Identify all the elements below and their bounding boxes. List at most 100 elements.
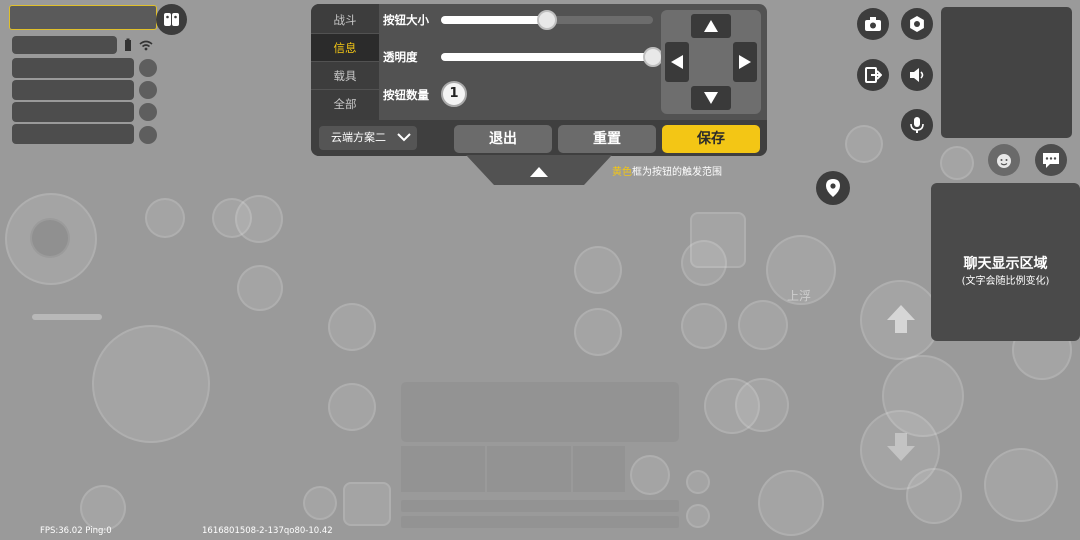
ghost-button[interactable] [681, 303, 727, 349]
dpad-down-button[interactable] [691, 86, 731, 110]
arrow-right-icon [739, 55, 751, 69]
location-pin-icon [826, 179, 840, 197]
weapon-slot[interactable] [401, 446, 485, 492]
chat-button[interactable] [1035, 144, 1067, 176]
ghost-button[interactable] [686, 470, 710, 494]
teammate-bar [12, 58, 134, 78]
tab-vehicle[interactable]: 载具 [311, 62, 379, 90]
arrow-up-icon [704, 20, 718, 32]
chat-area-title: 聊天显示区域 [963, 256, 1048, 272]
chat-area-subtitle: (文字会随比例变化) [961, 276, 1050, 287]
teammate-bar [12, 80, 134, 100]
chat-display-area[interactable]: 聊天显示区域 (文字会随比例变化) [931, 183, 1080, 341]
inventory-slot[interactable] [343, 482, 391, 526]
ghost-button[interactable] [328, 383, 376, 431]
exit-vehicle-button[interactable] [857, 59, 889, 91]
ghost-button[interactable] [984, 448, 1058, 522]
category-tabs: 战斗 信息 载具 全部 [311, 4, 379, 120]
settings-icon [910, 16, 924, 32]
ghost-button[interactable] [630, 455, 670, 495]
emote-button[interactable] [988, 144, 1020, 176]
teammate-status-dot [139, 103, 157, 121]
ghost-button[interactable] [235, 195, 283, 243]
ghost-button[interactable] [574, 246, 622, 294]
weapon-slot[interactable] [573, 446, 625, 492]
button-size-slider[interactable] [441, 10, 653, 30]
save-button[interactable]: 保存 [662, 125, 760, 153]
ghost-button[interactable] [738, 300, 788, 350]
settings-button[interactable] [901, 8, 933, 40]
status-bar [12, 36, 117, 54]
camera-icon [865, 17, 881, 31]
minimap[interactable] [941, 7, 1072, 138]
ghost-button[interactable] [574, 308, 622, 356]
tab-info[interactable]: 信息 [311, 34, 379, 62]
exit-button[interactable]: 退出 [454, 125, 552, 153]
hint-highlight: 黄色 [612, 167, 632, 178]
build-version: 1616801508-2-137qo80-10.42 [202, 526, 333, 536]
weapon-panel [401, 382, 679, 442]
collapse-panel-button[interactable] [466, 155, 612, 185]
button-count-badge[interactable]: 1 [441, 81, 467, 107]
emote-icon [997, 154, 1011, 168]
trigger-range-hint: 黄色框为按钮的触发范围 [612, 163, 722, 178]
position-dpad [661, 10, 761, 114]
panel-action-bar: 云端方案二 退出 重置 保存 [311, 120, 767, 156]
ghost-button[interactable] [735, 378, 789, 432]
ammo-bar [401, 500, 679, 512]
ghost-button[interactable] [940, 146, 974, 180]
ghost-button[interactable] [145, 198, 185, 238]
dpad-up-button[interactable] [691, 14, 731, 38]
dpad-ghost[interactable] [92, 325, 210, 443]
ghost-button[interactable] [686, 504, 710, 528]
opacity-slider[interactable] [441, 47, 663, 67]
wifi-icon [139, 40, 153, 51]
arrow-up-icon [887, 305, 915, 333]
teammate-bar [12, 102, 134, 122]
reset-button[interactable]: 重置 [558, 125, 656, 153]
teammate-status-dot [139, 126, 157, 144]
ghost-button[interactable] [303, 486, 337, 520]
dpad-left-button[interactable] [665, 42, 689, 82]
tab-combat[interactable]: 战斗 [311, 6, 379, 34]
team-icon [164, 13, 179, 26]
opacity-label: 透明度 [383, 50, 418, 64]
map-marker-button[interactable] [816, 171, 850, 205]
ghost-button[interactable] [845, 125, 883, 163]
ghost-button[interactable] [80, 485, 126, 531]
dpad-right-button[interactable] [733, 42, 757, 82]
arrow-down-icon [887, 433, 915, 461]
ghost-panel [690, 212, 746, 268]
arrow-down-icon [704, 92, 718, 104]
teammate-status-dot [139, 81, 157, 99]
teammate-status-dot [139, 59, 157, 77]
float-label: 上浮 [787, 289, 812, 303]
screenshot-button[interactable] [857, 8, 889, 40]
slider-knob[interactable] [643, 47, 663, 67]
microphone-button[interactable] [901, 109, 933, 141]
player-name-box[interactable] [9, 5, 157, 30]
ghost-button[interactable] [328, 303, 376, 351]
chevron-down-icon [397, 133, 411, 142]
ammo-bar [401, 516, 679, 528]
slider-knob[interactable] [537, 10, 557, 30]
move-joystick-inner [30, 218, 70, 258]
button-count-label: 按钮数量 [383, 88, 429, 102]
scheme-select[interactable]: 云端方案二 [319, 126, 417, 150]
speaker-icon [910, 68, 924, 82]
ghost-button[interactable] [906, 468, 962, 524]
teammate-bar [12, 124, 134, 144]
ghost-button[interactable] [758, 470, 824, 536]
ghost-button[interactable] [237, 265, 283, 311]
weapon-slot[interactable] [487, 446, 571, 492]
tab-all[interactable]: 全部 [311, 90, 379, 118]
hint-text: 框为按钮的触发范围 [632, 167, 722, 178]
slider-fill [441, 16, 547, 24]
speaker-button[interactable] [901, 59, 933, 91]
fps-readout: FPS:36.02 Ping:0 [40, 526, 112, 536]
button-size-label: 按钮大小 [383, 13, 429, 27]
team-info-button[interactable] [156, 4, 187, 35]
scheme-select-value: 云端方案二 [331, 131, 386, 144]
exit-vehicle-icon [865, 67, 882, 83]
microphone-icon [910, 117, 924, 133]
